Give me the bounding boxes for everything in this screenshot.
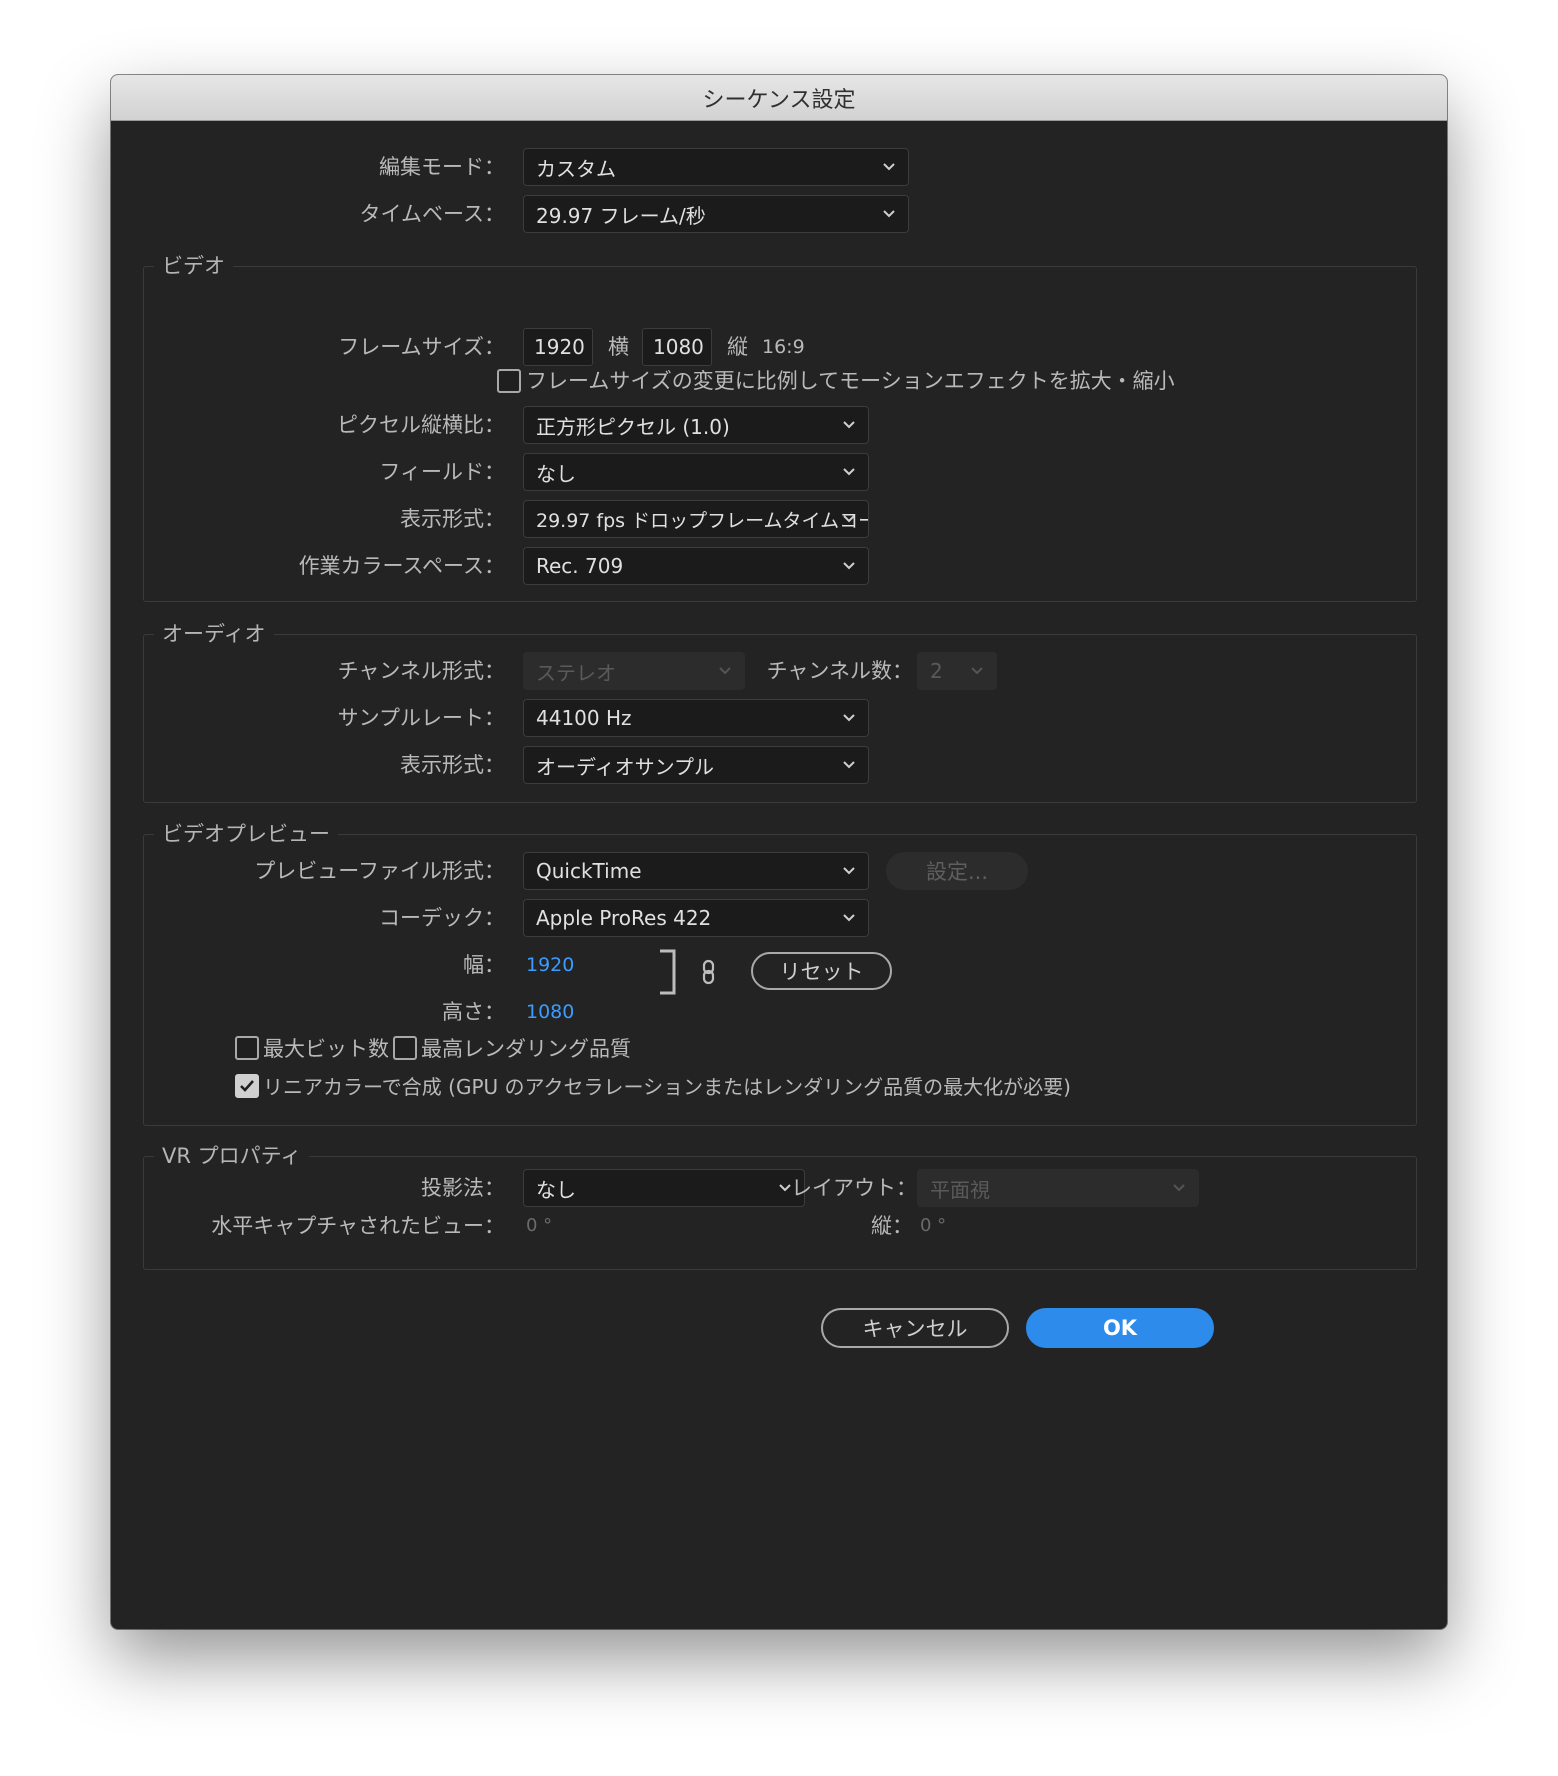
chevron-down-icon bbox=[843, 867, 855, 875]
projection-select[interactable]: なし bbox=[523, 1169, 805, 1207]
chevron-down-icon bbox=[843, 515, 855, 523]
preview-file-format-value: QuickTime bbox=[536, 859, 642, 883]
layout-label: レイアウト： bbox=[791, 1176, 917, 1200]
link-bracket-icon bbox=[660, 949, 676, 995]
codec-select[interactable]: Apple ProRes 422 bbox=[523, 899, 869, 937]
horizontal-view-value: 0 ° bbox=[526, 1215, 553, 1236]
chevron-down-icon bbox=[843, 468, 855, 476]
max-render-quality-label: 最高レンダリング品質 bbox=[421, 1037, 631, 1061]
fields-label: フィールド： bbox=[379, 460, 505, 484]
edit-mode-select[interactable]: カスタム bbox=[523, 148, 909, 186]
color-space-value: Rec. 709 bbox=[536, 554, 624, 578]
title-bar: シーケンス設定 bbox=[111, 75, 1447, 121]
chevron-down-icon bbox=[843, 714, 855, 722]
checkmark-icon bbox=[240, 1080, 254, 1092]
display-format-label: 表示形式： bbox=[400, 507, 505, 531]
max-render-quality-checkbox[interactable] bbox=[393, 1036, 417, 1060]
preview-width-value[interactable]: 1920 bbox=[526, 945, 574, 985]
projection-label: 投影法： bbox=[421, 1176, 505, 1200]
window-title: シーケンス設定 bbox=[702, 87, 856, 113]
timebase-label: タイムベース： bbox=[359, 202, 505, 226]
linear-color-label: リニアカラーで合成 (GPU のアクセラレーションまたはレンダリング品質の最大化… bbox=[263, 1075, 1071, 1099]
preview-file-format-select[interactable]: QuickTime bbox=[523, 852, 869, 890]
chevron-down-icon bbox=[843, 914, 855, 922]
reset-button[interactable]: リセット bbox=[751, 952, 892, 990]
vertical-view-label: 縦： bbox=[871, 1214, 913, 1238]
color-space-label: 作業カラースペース： bbox=[298, 554, 505, 578]
audio-group-title: オーディオ bbox=[154, 618, 274, 648]
codec-value: Apple ProRes 422 bbox=[536, 906, 712, 930]
preview-settings-button: 設定... bbox=[886, 852, 1028, 890]
display-format-value: 29.97 fps ドロップフレームタイムコード bbox=[536, 509, 869, 532]
scale-motion-checkbox[interactable] bbox=[497, 369, 521, 393]
chain-link-icon[interactable] bbox=[701, 959, 717, 985]
channel-count-select: 2 bbox=[917, 652, 997, 690]
audio-display-format-value: オーディオサンプル bbox=[536, 754, 714, 779]
edit-mode-label: 編集モード： bbox=[379, 155, 505, 179]
vertical-view-value: 0 ° bbox=[920, 1215, 947, 1236]
timebase-select[interactable]: 29.97 フレーム/秒 bbox=[523, 195, 909, 233]
frame-size-label: フレームサイズ： bbox=[338, 335, 505, 359]
sample-rate-label: サンプルレート： bbox=[337, 706, 505, 730]
sequence-settings-dialog: シーケンス設定 編集モード： カスタム タイムベース： 29.97 フレーム/秒… bbox=[111, 75, 1447, 1629]
preview-file-format-label: プレビューファイル形式： bbox=[254, 859, 505, 883]
chevron-down-icon bbox=[971, 667, 983, 675]
projection-value: なし bbox=[536, 1177, 576, 1202]
max-bit-depth-checkbox[interactable] bbox=[235, 1036, 259, 1060]
fields-value: なし bbox=[536, 461, 576, 486]
video-group-title: ビデオ bbox=[154, 250, 233, 280]
color-space-select[interactable]: Rec. 709 bbox=[523, 547, 869, 585]
chevron-down-icon bbox=[883, 210, 895, 218]
cancel-button[interactable]: キャンセル bbox=[821, 1308, 1009, 1348]
sample-rate-value: 44100 Hz bbox=[536, 706, 632, 730]
chevron-down-icon bbox=[843, 562, 855, 570]
preview-height-value[interactable]: 1080 bbox=[526, 992, 574, 1032]
channel-format-label: チャンネル形式： bbox=[337, 659, 505, 683]
channel-count-value: 2 bbox=[930, 659, 943, 683]
preview-height-label: 高さ： bbox=[442, 1000, 505, 1024]
channel-format-value: ステレオ bbox=[536, 660, 616, 685]
scale-motion-label: フレームサイズの変更に比例してモーションエフェクトを拡大・縮小 bbox=[526, 369, 1175, 393]
codec-label: コーデック： bbox=[379, 906, 505, 930]
max-bit-depth-label: 最大ビット数 bbox=[263, 1037, 389, 1061]
audio-display-format-select[interactable]: オーディオサンプル bbox=[523, 746, 869, 784]
pixel-aspect-label: ピクセル縦横比： bbox=[337, 413, 505, 437]
timebase-value: 29.97 フレーム/秒 bbox=[536, 203, 706, 228]
display-format-select[interactable]: 29.97 fps ドロップフレームタイムコード bbox=[523, 500, 869, 538]
sample-rate-select[interactable]: 44100 Hz bbox=[523, 699, 869, 737]
ok-button[interactable]: OK bbox=[1026, 1308, 1214, 1348]
pixel-aspect-value: 正方形ピクセル (1.0) bbox=[536, 414, 730, 439]
chevron-down-icon bbox=[1173, 1184, 1185, 1192]
chevron-down-icon bbox=[719, 667, 731, 675]
pixel-aspect-select[interactable]: 正方形ピクセル (1.0) bbox=[523, 406, 869, 444]
channel-count-label: チャンネル数： bbox=[766, 659, 913, 683]
fields-select[interactable]: なし bbox=[523, 453, 869, 491]
chevron-down-icon bbox=[843, 421, 855, 429]
layout-select: 平面視 bbox=[917, 1169, 1199, 1207]
layout-value: 平面視 bbox=[930, 1177, 990, 1202]
vr-group-title: VR プロパティ bbox=[154, 1140, 310, 1170]
linear-color-checkbox[interactable] bbox=[235, 1074, 259, 1098]
preview-width-label: 幅： bbox=[463, 953, 505, 977]
edit-mode-value: カスタム bbox=[536, 156, 616, 181]
channel-format-select: ステレオ bbox=[523, 652, 745, 690]
chevron-down-icon bbox=[883, 163, 895, 171]
horizontal-view-label: 水平キャプチャされたビュー： bbox=[211, 1214, 505, 1238]
chevron-down-icon bbox=[843, 761, 855, 769]
audio-display-format-label: 表示形式： bbox=[400, 753, 505, 777]
video-preview-group-title: ビデオプレビュー bbox=[154, 818, 338, 848]
